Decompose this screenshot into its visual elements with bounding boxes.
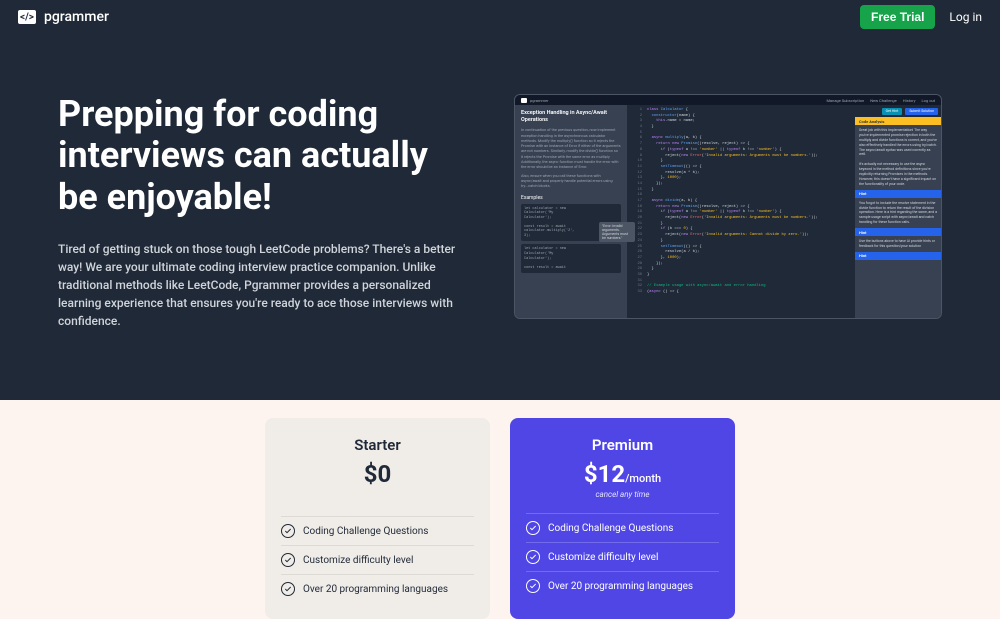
screenshot-problem-panel: Exception Handling in Async/Await Operat… [515, 105, 627, 318]
check-icon [281, 553, 295, 567]
screenshot-nav-item: Manage Subscription [826, 98, 864, 103]
screenshot-analysis-header: Code Analysis [855, 117, 941, 125]
premium-cancel-note: cancel any time [526, 490, 719, 499]
screenshot-hint-header: Hint [855, 190, 941, 198]
hero-title: Prepping for coding interviews can actua… [58, 94, 474, 218]
feature-label: Customize difficulty level [303, 555, 413, 566]
feature-row: Coding Challenge Questions [526, 513, 719, 542]
screenshot-problem-desc2: Also, ensure when you call these functio… [521, 173, 621, 189]
screenshot-topbar: pgrammer Manage Subscription New Challen… [515, 95, 941, 105]
screenshot-logo-icon [521, 98, 527, 103]
navbar-actions: Free Trial Log in [860, 5, 982, 29]
starter-plan-name: Starter [281, 436, 474, 454]
feature-label: Coding Challenge Questions [548, 523, 673, 534]
screenshot-hint-header2: Hint [855, 228, 941, 236]
feature-label: Over 20 programming languages [548, 581, 693, 592]
premium-plan-price: $12/month [526, 460, 719, 488]
screenshot-hint-header3: Hint [855, 252, 941, 260]
hero-section: Prepping for coding interviews can actua… [0, 34, 1000, 400]
check-icon [526, 579, 540, 593]
starter-plan-card: Starter $0 Coding Challenge Questions Cu… [265, 418, 490, 619]
screenshot-body: Exception Handling in Async/Await Operat… [515, 105, 941, 318]
screenshot-code-editor: 1class Calculator { 2 constructor(name) … [627, 105, 855, 318]
screenshot-hint-text: You forgot to include the resolve statem… [855, 198, 941, 228]
check-icon [526, 521, 540, 535]
screenshot-examples-label: Examples [521, 195, 621, 201]
feature-row: Customize difficulty level [526, 542, 719, 571]
screenshot-feedback-panel: Get Hint Submit Solution Code Analysis G… [855, 105, 941, 318]
feature-row: Customize difficulty level [281, 545, 474, 574]
login-link[interactable]: Log in [949, 10, 982, 24]
navbar: </> pgrammer Free Trial Log in [0, 0, 1000, 34]
screenshot-nav-item: Log out [922, 98, 935, 103]
screenshot-nav-item: New Challenge [870, 98, 897, 103]
check-icon [526, 550, 540, 564]
starter-plan-price: $0 [281, 460, 474, 488]
check-icon [281, 582, 295, 596]
screenshot-problem-desc: In continuation of the previous question… [521, 127, 621, 170]
premium-plan-card: Premium $12/month cancel any time Coding… [510, 418, 735, 619]
premium-plan-name: Premium [526, 436, 719, 454]
hero-description: Tired of getting stuck on those tough Le… [58, 240, 474, 330]
feature-label: Over 20 programming languages [303, 584, 448, 595]
free-trial-button[interactable]: Free Trial [860, 5, 935, 29]
pricing-section: Starter $0 Coding Challenge Questions Cu… [0, 400, 1000, 619]
screenshot-submit-button: Submit Solution [905, 108, 938, 115]
premium-plan-period: /month [625, 472, 661, 485]
hero-content: Prepping for coding interviews can actua… [58, 94, 474, 330]
screenshot-error-tooltip: "Error: Invalid arguments. Arguments mus… [599, 222, 635, 242]
screenshot-brand: pgrammer [530, 98, 548, 103]
feature-label: Customize difficulty level [548, 552, 658, 563]
screenshot-example-code: let calculator = new Calculator('My Calc… [521, 244, 621, 273]
premium-features: Coding Challenge Questions Customize dif… [526, 513, 719, 600]
screenshot-hint-button: Get Hint [882, 108, 903, 115]
feature-row: Coding Challenge Questions [281, 516, 474, 545]
check-icon [281, 524, 295, 538]
screenshot-hint-text2: Use the buttons above to have AI provide… [855, 236, 941, 252]
screenshot-nav-item: History [903, 98, 916, 103]
screenshot-analysis-text: Great job with this implementation! The … [855, 125, 941, 190]
navbar-brand[interactable]: </> pgrammer [18, 9, 109, 25]
screenshot-problem-title: Exception Handling in Async/Await Operat… [521, 110, 621, 123]
logo-icon: </> [18, 10, 36, 24]
feature-row: Over 20 programming languages [526, 571, 719, 600]
brand-name: pgrammer [44, 9, 109, 25]
product-screenshot: pgrammer Manage Subscription New Challen… [514, 94, 942, 319]
starter-features: Coding Challenge Questions Customize dif… [281, 516, 474, 603]
feature-label: Coding Challenge Questions [303, 526, 428, 537]
feature-row: Over 20 programming languages [281, 574, 474, 603]
